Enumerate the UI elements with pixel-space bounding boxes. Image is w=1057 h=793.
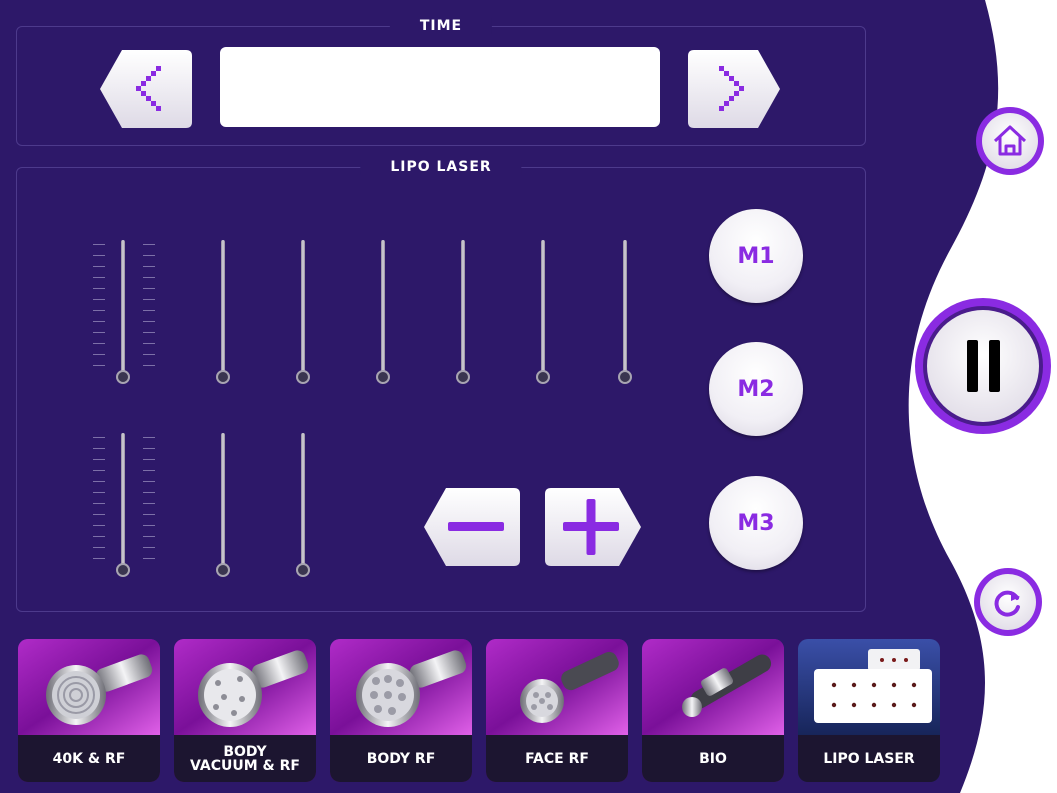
slider-row1-6[interactable] — [523, 240, 563, 384]
increase-button[interactable] — [545, 488, 641, 566]
lipo-laser-title: LIPO LASER — [360, 159, 522, 175]
slider-row1-1[interactable] — [103, 240, 143, 384]
time-title: TIME — [389, 18, 493, 34]
slider-row2-3[interactable] — [283, 433, 323, 577]
mode-tile-40k-rf[interactable]: 40K & RF — [18, 639, 160, 782]
mode-tile-body-vacuum-rf[interactable]: BODY VACUUM & RF — [174, 639, 316, 782]
slider-row1-2[interactable] — [203, 240, 243, 384]
home-button[interactable] — [975, 106, 1045, 176]
decrease-button[interactable] — [424, 488, 520, 566]
mode-label: BODY VACUUM & RF — [174, 735, 316, 782]
slider-knob[interactable] — [536, 370, 550, 384]
slider-knob[interactable] — [456, 370, 470, 384]
reset-button[interactable] — [973, 567, 1043, 637]
mode-tile-lipo-laser[interactable]: LIPO LASER — [798, 639, 940, 782]
mode-tile-bio[interactable]: BIO — [642, 639, 784, 782]
bio-handpiece-icon — [642, 639, 784, 735]
slider-row1-4[interactable] — [363, 240, 403, 384]
lipo-laser-pad-icon — [798, 639, 940, 735]
minus-icon — [448, 522, 504, 531]
face-rf-handpiece-icon — [486, 639, 628, 735]
mode-label: FACE RF — [486, 735, 628, 782]
mode-label: BODY RF — [330, 735, 472, 782]
cavitation-handpiece-icon — [18, 639, 160, 735]
mode-tile-body-rf[interactable]: BODY RF — [330, 639, 472, 782]
slider-row2-1[interactable] — [103, 433, 143, 577]
slider-knob[interactable] — [376, 370, 390, 384]
memory-button-m1[interactable]: M1 — [709, 209, 803, 303]
slider-knob[interactable] — [216, 563, 230, 577]
slider-knob[interactable] — [116, 563, 130, 577]
pause-button[interactable] — [913, 296, 1053, 436]
time-increase-button[interactable] — [688, 50, 780, 128]
slider-row1-3[interactable] — [283, 240, 323, 384]
body-rf-handpiece-icon — [330, 639, 472, 735]
slider-knob[interactable] — [296, 563, 310, 577]
mode-label: 40K & RF — [18, 735, 160, 782]
slider-row1-5[interactable] — [443, 240, 483, 384]
slider-knob[interactable] — [216, 370, 230, 384]
slider-knob[interactable] — [296, 370, 310, 384]
slider-row1-7[interactable] — [605, 240, 645, 384]
mode-label: LIPO LASER — [798, 735, 940, 782]
mode-label: BIO — [642, 735, 784, 782]
memory-button-m2[interactable]: M2 — [709, 342, 803, 436]
slider-knob[interactable] — [116, 370, 130, 384]
slider-scale-right — [143, 244, 155, 370]
mode-tile-face-rf[interactable]: FACE RF — [486, 639, 628, 782]
slider-row2-2[interactable] — [203, 433, 243, 577]
slider-knob[interactable] — [618, 370, 632, 384]
time-decrease-button[interactable] — [100, 50, 192, 128]
time-display — [220, 47, 660, 127]
vacuum-handpiece-icon — [174, 639, 316, 735]
slider-scale-right — [143, 437, 155, 563]
memory-button-m3[interactable]: M3 — [709, 476, 803, 570]
